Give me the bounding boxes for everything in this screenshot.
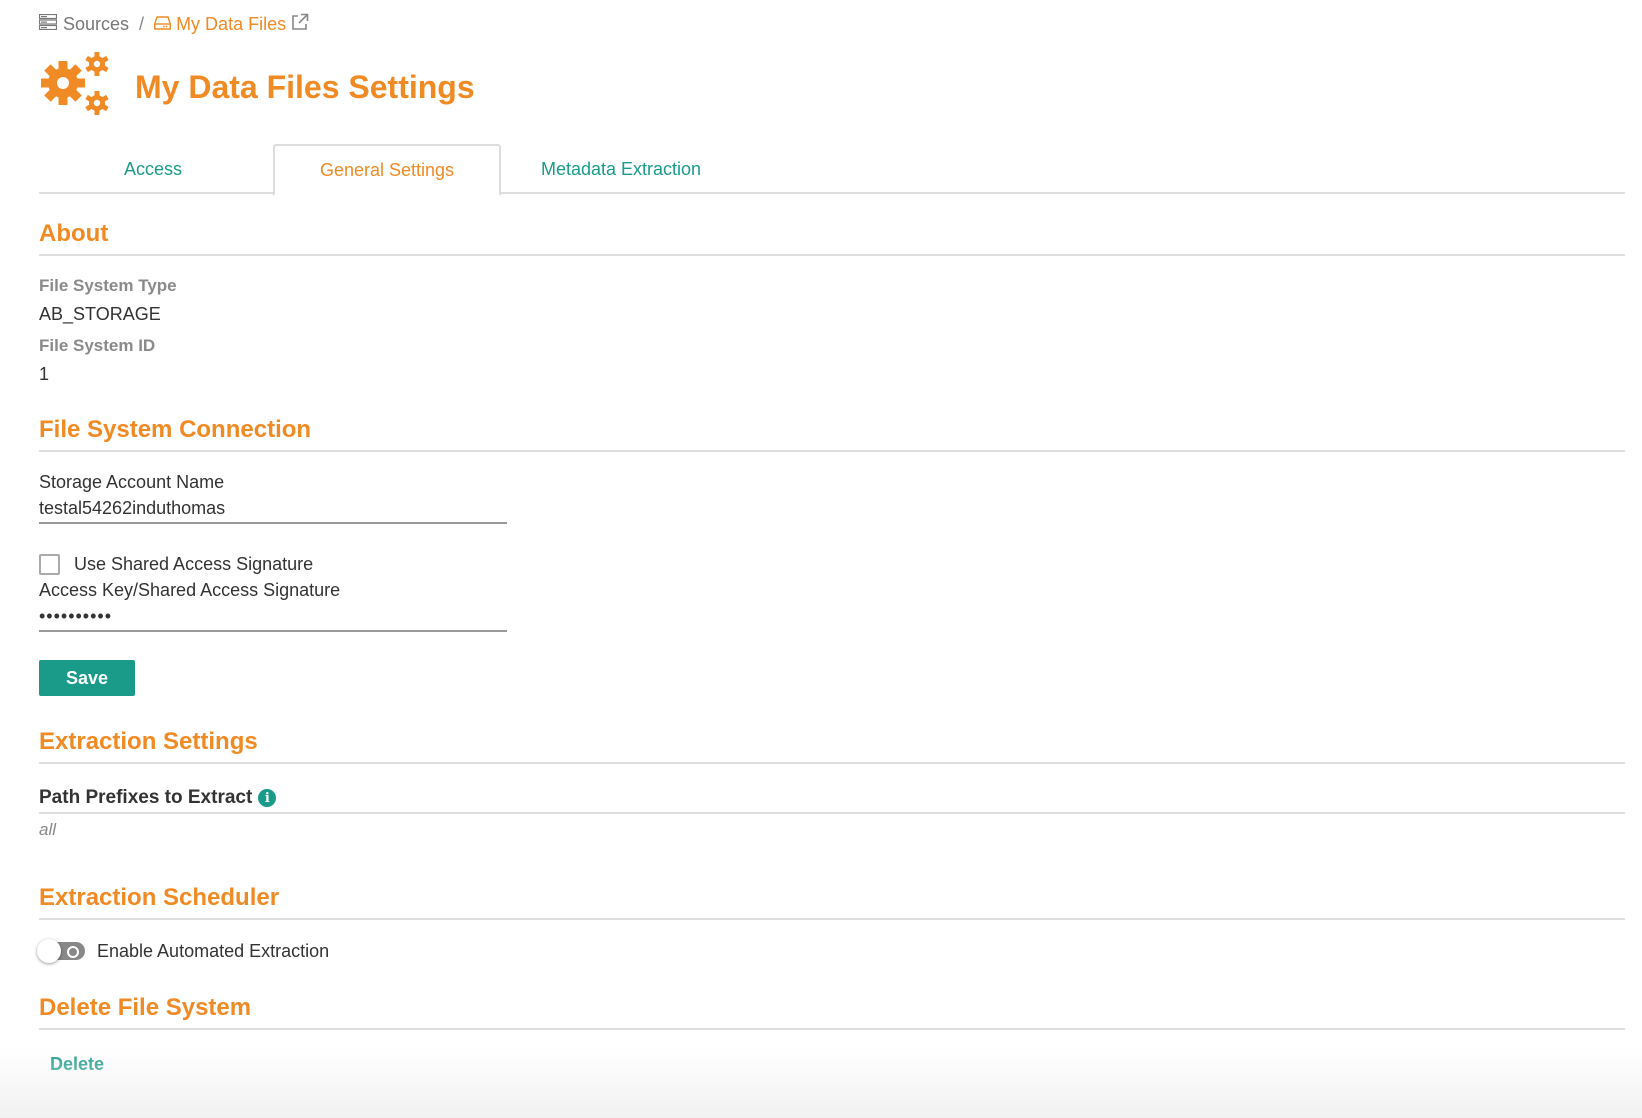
page-title: My Data Files Settings [135,68,475,105]
path-prefixes-row: Path Prefixes to Extract i [39,784,1625,814]
connection-section-title: File System Connection [39,416,1625,452]
sas-checkbox-row[interactable]: Use Shared Access Signature [39,554,313,575]
storage-account-input[interactable] [39,494,507,524]
breadcrumb: Sources / My Data Files [38,12,309,36]
fs-type-value: AB_STORAGE [39,304,161,324]
tab-metadata-extraction[interactable]: Metadata Extraction [507,144,735,194]
scheduler-section-title: Extraction Scheduler [39,884,1625,920]
page-header: My Data Files Settings [39,50,475,124]
automated-extraction-toggle[interactable] [37,939,85,963]
path-prefixes-label: Path Prefixes to Extract [39,787,253,808]
breadcrumb-current-label: My Data Files [176,13,287,34]
tab-access[interactable]: Access [39,144,267,194]
automated-extraction-label: Enable Automated Extraction [97,940,330,961]
delete-button[interactable]: Delete [50,1054,104,1075]
breadcrumb-current[interactable]: My Data Files [154,13,309,36]
fs-id-label: File System ID [39,336,156,355]
breadcrumb-sources[interactable]: Sources [38,13,130,35]
extraction-section-title: Extraction Settings [39,728,1625,764]
breadcrumb-separator: / [139,13,145,34]
toggle-knob [37,939,61,963]
delete-section-title: Delete File System [39,994,1625,1030]
tab-general-settings[interactable]: General Settings [273,144,501,196]
gears-icon [39,51,113,123]
about-section-title: About [39,220,1625,256]
path-prefixes-value[interactable]: all [39,820,56,840]
save-button[interactable]: Save [39,660,135,696]
sas-checkbox[interactable] [39,554,60,575]
breadcrumb-sources-label: Sources [63,13,130,34]
sas-checkbox-label: Use Shared Access Signature [74,554,314,574]
info-icon[interactable]: i [258,789,277,807]
fs-id-value: 1 [39,364,50,384]
automated-extraction-row[interactable]: Enable Automated Extraction [37,939,330,963]
access-key-input[interactable] [39,602,507,632]
storage-account-label: Storage Account Name [39,472,225,492]
access-key-label: Access Key/Shared Access Signature [39,580,341,600]
drive-icon [154,14,172,35]
server-icon [38,13,58,35]
external-link-icon[interactable] [291,13,309,36]
fs-type-label: File System Type [39,276,177,295]
settings-page: Sources / My Data Files My Data Files Se… [37,0,1625,1118]
tab-bar: Access General Settings Metadata Extract… [39,144,1625,196]
